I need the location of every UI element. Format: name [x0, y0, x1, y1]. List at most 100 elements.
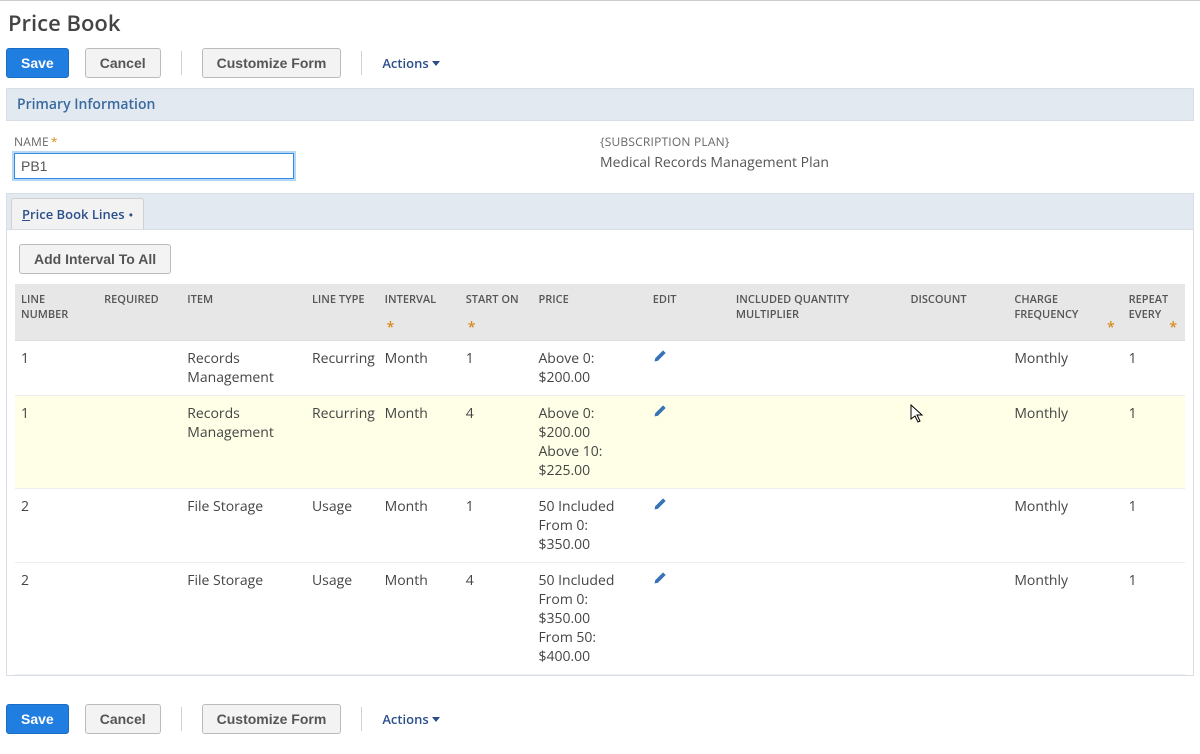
- cell-edit: [647, 563, 730, 675]
- col-charge-frequency-label: CHARGE FREQUENCY: [1014, 292, 1078, 322]
- cell-interval: Month: [379, 396, 460, 489]
- cell-line-number: 2: [15, 489, 98, 563]
- col-start-on-label: START ON: [466, 292, 519, 307]
- save-button[interactable]: Save: [6, 48, 69, 78]
- pencil-icon[interactable]: [653, 571, 667, 590]
- cell-start-on: 4: [460, 563, 533, 675]
- tab-label-rest: rice Book Lines: [30, 205, 125, 223]
- toolbar-separator: [181, 51, 182, 75]
- cell-line-number: 1: [15, 341, 98, 396]
- cell-line-type: Usage: [306, 489, 379, 563]
- price-book-lines-panel: Add Interval To All LINE NUMBER REQUIRED…: [6, 230, 1194, 676]
- cell-edit: [647, 341, 730, 396]
- subscription-plan-value: Medical Records Management Plan: [600, 153, 1186, 172]
- cell-item: Records Management: [181, 341, 306, 396]
- cell-item: Records Management: [181, 396, 306, 489]
- cell-start-on: 1: [460, 489, 533, 563]
- toolbar-separator: [361, 707, 362, 731]
- col-discount[interactable]: DISCOUNT: [904, 284, 1008, 341]
- table-row[interactable]: 2File StorageUsageMonth150 IncludedFrom …: [15, 489, 1185, 563]
- cell-start-on: 1: [460, 341, 533, 396]
- cell-price: Above 0: $200.00: [532, 341, 646, 396]
- cell-repeat-every: 1: [1123, 563, 1185, 675]
- col-charge-frequency[interactable]: CHARGE FREQUENCY*: [1008, 284, 1122, 341]
- table-row[interactable]: 1Records ManagementRecurringMonth1Above …: [15, 341, 1185, 396]
- cell-line-number: 1: [15, 396, 98, 489]
- toolbar-separator: [181, 707, 182, 731]
- subscription-plan-label: {SUBSCRIPTION PLAN}: [600, 133, 1186, 150]
- cell-item: File Storage: [181, 489, 306, 563]
- primary-information-body: NAME* {SUBSCRIPTION PLAN} Medical Record…: [6, 129, 1194, 193]
- cell-interval: Month: [379, 341, 460, 396]
- name-label-text: NAME: [14, 133, 49, 150]
- customize-form-button[interactable]: Customize Form: [202, 704, 342, 734]
- cell-charge-frequency: Monthly: [1008, 341, 1122, 396]
- cell-required: [98, 396, 181, 489]
- toolbar-separator: [361, 51, 362, 75]
- table-row[interactable]: 1 Records ManagementRecurringMonth4Above …: [15, 396, 1185, 489]
- cell-discount: [904, 563, 1008, 675]
- cell-discount: [904, 489, 1008, 563]
- tab-caret-icon: •: [129, 206, 134, 223]
- save-button[interactable]: Save: [6, 704, 69, 734]
- cell-line-type: Recurring: [306, 341, 379, 396]
- cell-repeat-every: 1: [1123, 489, 1185, 563]
- cancel-button[interactable]: Cancel: [85, 48, 161, 78]
- cell-discount: [904, 341, 1008, 396]
- col-line-type[interactable]: LINE TYPE: [306, 284, 379, 341]
- cell-charge-frequency: Monthly: [1008, 563, 1122, 675]
- cell-charge-frequency: Monthly: [1008, 489, 1122, 563]
- required-star-icon: *: [387, 318, 395, 337]
- cell-line-type: Recurring: [306, 396, 379, 489]
- tab-bar: Price Book Lines•: [6, 193, 1194, 230]
- customize-form-button[interactable]: Customize Form: [202, 48, 342, 78]
- cell-price: 50 IncludedFrom 0: $350.00: [532, 489, 646, 563]
- actions-menu[interactable]: Actions: [382, 710, 439, 728]
- bottom-toolbar: Save Cancel Customize Form Actions: [6, 704, 1194, 734]
- table-row[interactable]: 2File StorageUsageMonth450 IncludedFrom …: [15, 563, 1185, 675]
- pencil-icon[interactable]: [653, 497, 667, 516]
- cell-price: 50 IncludedFrom 0: $350.00From 50: $400.…: [532, 563, 646, 675]
- cell-price: Above 0: $200.00Above 10: $225.00: [532, 396, 646, 489]
- price-book-lines-grid: LINE NUMBER REQUIRED ITEM LINE TYPE INTE…: [15, 284, 1185, 675]
- top-toolbar: Save Cancel Customize Form Actions: [6, 48, 1194, 78]
- actions-label: Actions: [382, 54, 428, 72]
- page-title: Price Book: [8, 8, 1194, 38]
- col-required[interactable]: REQUIRED: [98, 284, 181, 341]
- col-item[interactable]: ITEM: [181, 284, 306, 341]
- name-input[interactable]: [14, 153, 294, 179]
- pencil-icon[interactable]: [653, 349, 667, 368]
- col-repeat-every[interactable]: REPEAT EVERY*: [1123, 284, 1185, 341]
- col-edit[interactable]: EDIT: [647, 284, 730, 341]
- cell-included-qty-multiplier: [730, 341, 905, 396]
- cell-line-type: Usage: [306, 563, 379, 675]
- cell-interval: Month: [379, 489, 460, 563]
- cell-edit: [647, 489, 730, 563]
- col-line-number[interactable]: LINE NUMBER: [15, 284, 98, 341]
- cancel-button[interactable]: Cancel: [85, 704, 161, 734]
- cell-discount: [904, 396, 1008, 489]
- pencil-icon[interactable]: [653, 404, 667, 423]
- col-interval[interactable]: INTERVAL *: [379, 284, 460, 341]
- chevron-down-icon: [432, 717, 440, 722]
- cell-required: [98, 563, 181, 675]
- cell-line-number: 2: [15, 563, 98, 675]
- cell-repeat-every: 1: [1123, 396, 1185, 489]
- chevron-down-icon: [432, 61, 440, 66]
- cell-edit: [647, 396, 730, 489]
- add-interval-to-all-button[interactable]: Add Interval To All: [19, 244, 171, 274]
- col-price[interactable]: PRICE: [532, 284, 646, 341]
- required-star-icon: *: [1169, 318, 1177, 337]
- actions-menu[interactable]: Actions: [382, 54, 439, 72]
- cell-included-qty-multiplier: [730, 563, 905, 675]
- col-interval-label: INTERVAL: [385, 292, 436, 307]
- col-repeat-every-label: REPEAT EVERY: [1129, 292, 1169, 322]
- cell-charge-frequency: Monthly: [1008, 396, 1122, 489]
- tab-price-book-lines[interactable]: Price Book Lines•: [11, 198, 144, 229]
- cell-start-on: 4: [460, 396, 533, 489]
- col-start-on[interactable]: START ON*: [460, 284, 533, 341]
- cell-required: [98, 489, 181, 563]
- actions-label: Actions: [382, 710, 428, 728]
- col-included-qty-multiplier[interactable]: INCLUDED QUANTITY MULTIPLIER: [730, 284, 905, 341]
- cell-included-qty-multiplier: [730, 489, 905, 563]
